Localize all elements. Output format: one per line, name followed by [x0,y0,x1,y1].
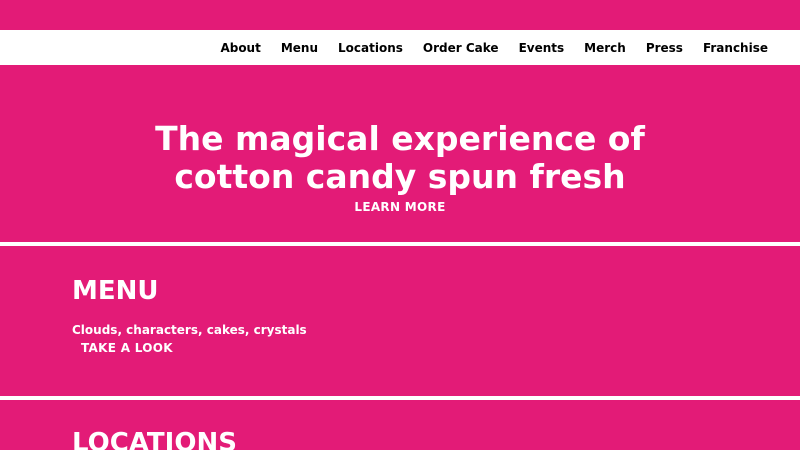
menu-section-description: Clouds, characters, cakes, crystals [72,323,307,337]
top-band [0,0,800,30]
locations-section: LOCATIONS [0,400,800,450]
nav-link-menu[interactable]: Menu [281,41,318,55]
menu-section: MENU Clouds, characters, cakes, crystals… [0,246,800,396]
nav-link-press[interactable]: Press [646,41,683,55]
main-nav: About Menu Locations Order Cake Events M… [0,30,800,65]
hero-title-line-1: The magical experience of [155,119,645,158]
nav-link-locations[interactable]: Locations [338,41,403,55]
nav-link-about[interactable]: About [220,41,260,55]
take-a-look-link[interactable]: TAKE A LOOK [81,341,173,355]
nav-link-franchise[interactable]: Franchise [703,41,768,55]
learn-more-link[interactable]: LEARN MORE [354,200,445,214]
hero-section: The magical experience of cotton candy s… [0,65,800,242]
nav-link-events[interactable]: Events [519,41,565,55]
hero-title-line-2: cotton candy spun fresh [174,157,626,196]
locations-section-title: LOCATIONS [72,428,237,450]
nav-link-order-cake[interactable]: Order Cake [423,41,499,55]
nav-link-merch[interactable]: Merch [584,41,626,55]
menu-section-title: MENU [72,276,159,306]
hero-title: The magical experience of cotton candy s… [140,120,660,196]
